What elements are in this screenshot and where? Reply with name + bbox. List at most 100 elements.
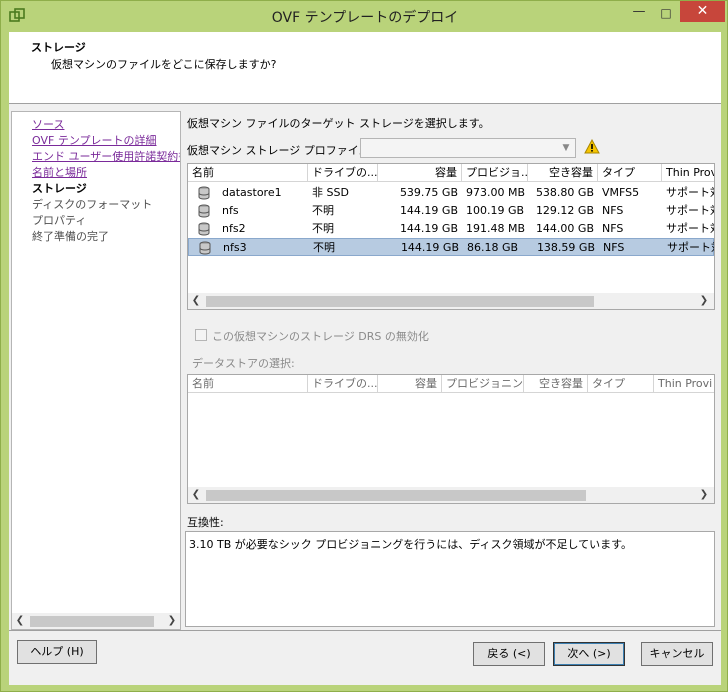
cell-free: 138.59 GB xyxy=(536,241,595,254)
cancel-button[interactable]: キャンセル xyxy=(641,642,713,666)
cell-free: 538.80 GB xyxy=(535,186,594,199)
cell-type: VMFS5 xyxy=(602,186,640,199)
column-header-drive[interactable]: ドライブの... xyxy=(308,164,378,182)
cell-drive: 不明 xyxy=(313,241,335,254)
dialog-window: OVF テンプレートのデプロイ — □ ✕ ストレージ 仮想マシンのファイルをど… xyxy=(0,0,728,692)
column-header-provisioned[interactable]: プロビジョニン... xyxy=(442,375,524,393)
nav-step-disk-format: ディスクのフォーマット xyxy=(32,198,153,211)
wizard-header: ストレージ 仮想マシンのファイルをどこに保存しますか? xyxy=(9,32,721,104)
profile-label: 仮想マシン ストレージ プロファイル: xyxy=(187,144,374,157)
cell-name: nfs xyxy=(222,204,239,217)
cell-provisioned: 191.48 MB xyxy=(466,222,526,235)
nav-step-ovf-details[interactable]: OVF テンプレートの詳細 xyxy=(32,132,180,148)
cell-drive: 不明 xyxy=(312,222,334,235)
column-header-thin[interactable]: Thin Provi xyxy=(654,375,714,393)
nav-step-source[interactable]: ソース xyxy=(32,116,180,132)
column-header-type[interactable]: タイプ xyxy=(588,375,654,393)
maximize-button[interactable]: □ xyxy=(653,3,679,23)
datastore-table-header: 名前 ドライブの... 容量 プロビジョニン... 空き容量 タイプ Thin … xyxy=(188,375,714,393)
nav-step-ready: 終了準備の完了 xyxy=(32,230,109,243)
cell-thin: サポート対 xyxy=(666,222,714,235)
cell-capacity: 144.19 GB xyxy=(399,204,458,217)
nav-step-eula[interactable]: エンド ユーザー使用許諾契約書 xyxy=(32,148,180,164)
header-title: ストレージ xyxy=(31,41,86,54)
storage-table-scrollbar[interactable]: ❮ ❯ xyxy=(188,293,714,309)
cell-name: datastore1 xyxy=(222,186,282,199)
column-header-free[interactable]: 空き容量 xyxy=(528,164,598,182)
cell-free: 129.12 GB xyxy=(535,204,594,217)
column-header-type[interactable]: タイプ xyxy=(598,164,662,182)
wizard-step-list: ソース OVF テンプレートの詳細 エンド ユーザー使用許諾契約書 名前と場所 … xyxy=(11,111,181,630)
datastore-select-label: データストアの選択: xyxy=(192,357,295,370)
scroll-right-icon[interactable]: ❯ xyxy=(164,613,180,629)
cell-thin: サポート対 xyxy=(666,204,714,217)
next-button[interactable]: 次へ (>) xyxy=(553,642,625,666)
cell-name: nfs3 xyxy=(223,241,247,254)
title-bar[interactable]: OVF テンプレートのデプロイ — □ ✕ xyxy=(1,1,728,31)
nav-step-name-location[interactable]: 名前と場所 xyxy=(32,164,180,180)
datastore-icon xyxy=(198,222,210,236)
cell-drive: 非 SSD xyxy=(312,186,349,199)
datastore-table: 名前 ドライブの... 容量 プロビジョニン... 空き容量 タイプ Thin … xyxy=(187,374,715,504)
column-header-capacity[interactable]: 容量 xyxy=(378,164,462,182)
datastore-table-scrollbar[interactable]: ❮ ❯ xyxy=(188,487,714,503)
cell-type: NFS xyxy=(603,241,625,254)
column-header-free[interactable]: 空き容量 xyxy=(524,375,588,393)
column-header-name[interactable]: 名前 xyxy=(188,375,308,393)
minimize-button[interactable]: — xyxy=(625,3,653,23)
instruction-text: 仮想マシン ファイルのターゲット ストレージを選択します。 xyxy=(187,117,490,130)
datastore-icon xyxy=(199,241,211,255)
nav-step-properties: プロパティ xyxy=(32,214,87,227)
footer-divider xyxy=(9,630,721,631)
dialog-client: ストレージ 仮想マシンのファイルをどこに保存しますか? ソース OVF テンプレ… xyxy=(9,32,721,685)
nav-step-storage: ストレージ xyxy=(32,182,87,195)
table-row-selected[interactable]: nfs3 不明 144.19 GB 86.18 GB 138.59 GB NFS… xyxy=(188,238,714,256)
help-button[interactable]: ヘルプ (H) xyxy=(17,640,97,664)
warning-icon xyxy=(584,139,600,154)
column-header-provisioned[interactable]: プロビジョ... xyxy=(462,164,528,182)
cell-type: NFS xyxy=(602,222,624,235)
table-row[interactable]: datastore1 非 SSD 539.75 GB 973.00 MB 538… xyxy=(188,184,714,202)
back-button[interactable]: 戻る (<) xyxy=(473,642,545,666)
column-header-name[interactable]: 名前 xyxy=(188,164,308,182)
scroll-thumb[interactable] xyxy=(30,616,154,627)
datastore-icon xyxy=(198,204,210,218)
column-header-capacity[interactable]: 容量 xyxy=(378,375,442,393)
table-row[interactable]: nfs2 不明 144.19 GB 191.48 MB 144.00 GB NF… xyxy=(188,220,714,238)
scroll-left-icon[interactable]: ❮ xyxy=(188,293,204,309)
cell-name: nfs2 xyxy=(222,222,246,235)
scroll-thumb[interactable] xyxy=(206,490,586,501)
cell-provisioned: 973.00 MB xyxy=(466,186,526,199)
chevron-down-icon[interactable]: ▼ xyxy=(559,141,573,155)
cell-free: 144.00 GB xyxy=(535,222,594,235)
scroll-left-icon[interactable]: ❮ xyxy=(12,613,28,629)
cell-drive: 不明 xyxy=(312,204,334,217)
scroll-right-icon[interactable]: ❯ xyxy=(696,487,712,503)
compatibility-label: 互換性: xyxy=(187,516,224,529)
drs-disable-checkbox[interactable] xyxy=(195,329,207,341)
table-row[interactable]: nfs 不明 144.19 GB 100.19 GB 129.12 GB NFS… xyxy=(188,202,714,220)
cell-capacity: 539.75 GB xyxy=(399,186,458,199)
close-button[interactable]: ✕ xyxy=(680,1,725,22)
column-header-thin[interactable]: Thin Prov xyxy=(662,164,714,182)
scroll-left-icon[interactable]: ❮ xyxy=(188,487,204,503)
scroll-right-icon[interactable]: ❯ xyxy=(696,293,712,309)
storage-profile-select[interactable]: ▼ xyxy=(360,138,576,158)
window-title: OVF テンプレートのデプロイ xyxy=(271,10,459,26)
storage-table: 名前 ドライブの... 容量 プロビジョ... 空き容量 タイプ Thin Pr… xyxy=(187,163,715,310)
cell-capacity: 144.19 GB xyxy=(399,222,458,235)
compatibility-textbox[interactable]: 3.10 TB が必要なシック プロビジョニングを行うには、ディスク領域が不足し… xyxy=(185,531,715,627)
cell-provisioned: 86.18 GB xyxy=(467,241,519,254)
cell-type: NFS xyxy=(602,204,624,217)
nav-horizontal-scrollbar[interactable]: ❮ ❯ xyxy=(12,613,180,629)
storage-table-header: 名前 ドライブの... 容量 プロビジョ... 空き容量 タイプ Thin Pr… xyxy=(188,164,714,182)
cell-thin: サポート対 xyxy=(667,241,714,254)
column-header-drive[interactable]: ドライブの... xyxy=(308,375,378,393)
drs-checkbox-label: この仮想マシンのストレージ DRS の無効化 xyxy=(212,330,429,343)
datastore-icon xyxy=(198,186,210,200)
cell-provisioned: 100.19 GB xyxy=(466,204,525,217)
cell-thin: サポート対 xyxy=(666,186,714,199)
header-subtitle: 仮想マシンのファイルをどこに保存しますか? xyxy=(51,58,277,71)
scroll-thumb[interactable] xyxy=(206,296,594,307)
cell-capacity: 144.19 GB xyxy=(400,241,459,254)
